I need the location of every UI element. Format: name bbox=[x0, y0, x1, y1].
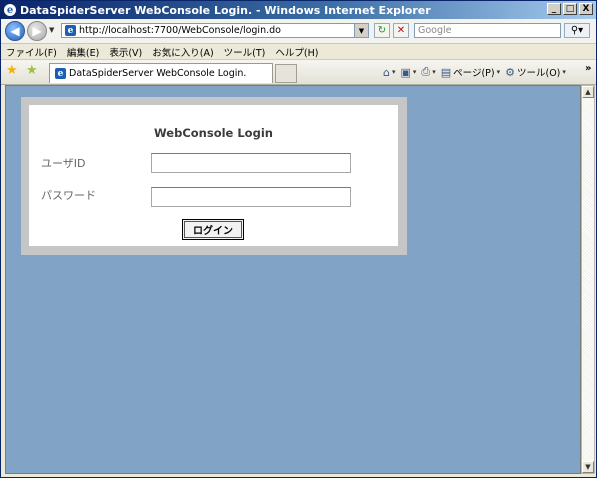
tab-row: ★ ★ e DataSpiderServer WebConsole Login.… bbox=[1, 60, 596, 85]
menu-bar: ファイル(F) 編集(E) 表示(V) お気に入り(A) ツール(T) ヘルプ(… bbox=[1, 44, 596, 60]
feeds-dropdown-icon[interactable]: ▾ bbox=[413, 68, 417, 76]
new-tab-button[interactable] bbox=[275, 64, 297, 83]
tab-login[interactable]: e DataSpiderServer WebConsole Login. bbox=[49, 63, 273, 83]
feeds-icon[interactable]: ▣ bbox=[401, 66, 411, 79]
favorites-star-icon[interactable]: ★ bbox=[6, 64, 20, 78]
tools-menu-label[interactable]: ツール(O) bbox=[517, 65, 560, 79]
page-icon: e bbox=[65, 25, 76, 36]
chevron-icon[interactable]: » bbox=[585, 63, 591, 74]
refresh-button[interactable]: ↻ bbox=[374, 23, 390, 38]
login-title: WebConsole Login bbox=[154, 126, 273, 140]
menu-tools[interactable]: ツール(T) bbox=[219, 45, 271, 59]
refresh-icon: ↻ bbox=[377, 25, 387, 36]
login-panel: WebConsole Login ユーザID パスワード ログイン bbox=[21, 97, 407, 255]
tools-dropdown-icon[interactable]: ▾ bbox=[562, 68, 566, 76]
minimize-button[interactable]: _ bbox=[547, 3, 561, 15]
close-button[interactable]: X bbox=[579, 3, 593, 15]
title-bar: e DataSpiderServer WebConsole Login. - W… bbox=[1, 1, 596, 19]
password-label: パスワード bbox=[41, 189, 96, 202]
window-title: DataSpiderServer WebConsole Login. - Win… bbox=[20, 3, 431, 17]
page-viewport: WebConsole Login ユーザID パスワード ログイン bbox=[5, 85, 581, 474]
menu-edit[interactable]: 編集(E) bbox=[62, 45, 104, 59]
print-dropdown-icon[interactable]: ▾ bbox=[432, 68, 436, 76]
browser-window: e DataSpiderServer WebConsole Login. - W… bbox=[0, 0, 597, 478]
search-button[interactable]: ⚲▾ bbox=[564, 23, 590, 38]
stop-button[interactable]: ✕ bbox=[393, 23, 409, 38]
address-dropdown-icon[interactable]: ▼ bbox=[354, 24, 368, 37]
page-menu-icon[interactable]: ▤ bbox=[441, 66, 451, 79]
page-icon: e bbox=[55, 68, 66, 79]
address-bar[interactable]: e http://localhost:7700/WebConsole/login… bbox=[61, 23, 369, 38]
user-id-label: ユーザID bbox=[41, 157, 86, 170]
user-id-input[interactable] bbox=[151, 153, 351, 173]
menu-favorites[interactable]: お気に入り(A) bbox=[147, 45, 218, 59]
history-dropdown-icon[interactable]: ▼ bbox=[49, 26, 54, 34]
ie-logo-icon: e bbox=[4, 4, 16, 16]
password-input[interactable] bbox=[151, 187, 351, 207]
back-arrow-icon: ◀ bbox=[10, 24, 20, 38]
menu-file[interactable]: ファイル(F) bbox=[1, 45, 62, 59]
stop-icon: ✕ bbox=[396, 25, 406, 36]
login-button[interactable]: ログイン bbox=[182, 219, 244, 240]
menu-help[interactable]: ヘルプ(H) bbox=[270, 45, 323, 59]
maximize-button[interactable]: □ bbox=[563, 3, 577, 15]
print-icon[interactable]: ⎙ bbox=[421, 65, 430, 79]
forward-button[interactable]: ▶ bbox=[27, 21, 47, 41]
back-button[interactable]: ◀ bbox=[5, 21, 25, 41]
search-input[interactable]: Google bbox=[414, 23, 561, 38]
home-icon[interactable]: ⌂ bbox=[383, 66, 390, 79]
tools-gear-icon[interactable]: ⚙ bbox=[505, 66, 515, 79]
login-form: WebConsole Login ユーザID パスワード ログイン bbox=[29, 105, 398, 246]
search-icon: ⚲▾ bbox=[570, 25, 584, 36]
window-controls: _ □ X bbox=[547, 3, 593, 15]
address-text[interactable]: http://localhost:7700/WebConsole/login.d… bbox=[79, 25, 281, 36]
forward-arrow-icon: ▶ bbox=[32, 24, 42, 38]
address-row: ◀ ▶ ▼ e http://localhost:7700/WebConsole… bbox=[1, 19, 596, 44]
page-menu-label[interactable]: ページ(P) bbox=[453, 65, 494, 79]
tab-label: DataSpiderServer WebConsole Login. bbox=[69, 68, 247, 79]
page-dropdown-icon[interactable]: ▾ bbox=[497, 68, 501, 76]
command-bar: ⌂ ▾ ▣ ▾ ⎙ ▾ ▤ ページ(P) ▾ ⚙ ツール(O) ▾ bbox=[383, 65, 569, 79]
scroll-up-button[interactable]: ▲ bbox=[582, 86, 594, 98]
home-dropdown-icon[interactable]: ▾ bbox=[392, 68, 396, 76]
menu-view[interactable]: 表示(V) bbox=[104, 45, 147, 59]
scroll-down-button[interactable]: ▼ bbox=[582, 461, 594, 473]
add-favorites-icon[interactable]: ★ bbox=[26, 64, 40, 78]
vertical-scrollbar[interactable]: ▲ ▼ bbox=[581, 85, 595, 474]
